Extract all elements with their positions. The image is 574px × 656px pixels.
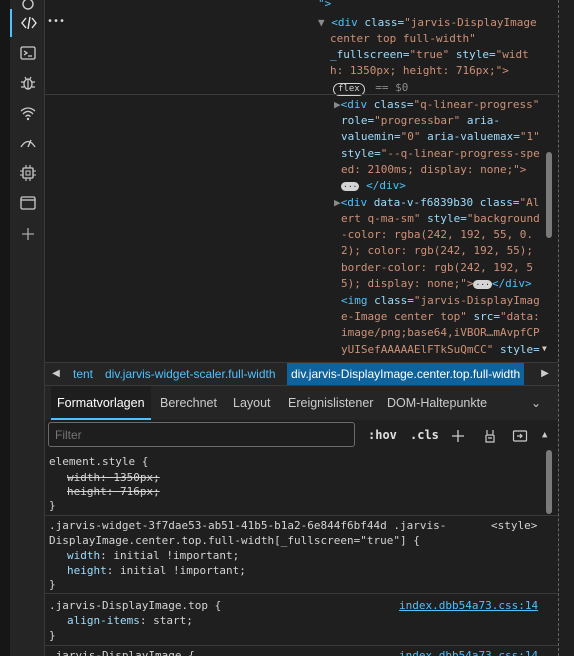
rule-selector[interactable]: .jarvis-DisplayImage.top { [49, 598, 221, 613]
rule-close: } [49, 499, 56, 512]
dom-line: 5); display: none;"> ··· </div> [341, 277, 532, 290]
rule-source: <style> [491, 519, 538, 532]
filter-input[interactable] [48, 422, 355, 447]
network-icon[interactable] [10, 99, 45, 127]
dom-line: ert q-ma-sm" style="background [341, 212, 540, 225]
dom-line: h: 1350px; height: 716px;"> [330, 64, 509, 77]
declaration[interactable]: align-items: start; [67, 613, 193, 628]
rule-close: } [49, 578, 56, 591]
rule-source-link[interactable]: index.dbb54a73.css:14 [399, 648, 538, 656]
dom-line: e-Image center top" src="data: [341, 310, 540, 323]
scroll-down-icon[interactable]: ▼ [542, 341, 547, 357]
rule-close: } [49, 629, 56, 642]
dom-line: ed: 2100ms; display: none;"> [341, 163, 527, 176]
ellipsis-button[interactable]: ··· [341, 181, 360, 191]
dom-line: ··· </div> [341, 179, 406, 192]
add-rule-icon[interactable] [450, 424, 466, 446]
dom-line: image/png;base64,iVBOR…mAvpfCP [341, 326, 540, 339]
rules-scrollbar[interactable] [546, 450, 552, 514]
declaration[interactable]: width: 1350px; [67, 470, 160, 485]
rule-selector[interactable]: element.style { [49, 454, 148, 469]
tab-styles[interactable]: Formatvorlagen [51, 386, 151, 420]
dom-node-img[interactable]: <img class="jarvis-DisplayImag [341, 293, 540, 309]
left-edge [0, 0, 10, 656]
scroll-up-icon[interactable]: ▲ [542, 424, 547, 446]
breadcrumb-item-active[interactable]: div.jarvis-DisplayImage.center.top.full-… [287, 363, 525, 385]
sidebar-tabs: Formatvorlagen Berechnet Layout Ereignis… [45, 386, 558, 420]
tab-computed[interactable]: Berechnet [154, 386, 223, 420]
toggle-sidebar-icon[interactable] [512, 424, 528, 446]
breadcrumb-item[interactable]: tent [69, 363, 97, 385]
chevron-down-icon[interactable]: ⌄ [525, 386, 547, 420]
declaration[interactable]: width: initial !important; [67, 548, 239, 563]
divider [45, 515, 558, 516]
dom-line: _fullscreen="true" style="widt [330, 48, 529, 61]
dom-node-display-image[interactable]: ▼ <div class="jarvis-DisplayImage [318, 15, 537, 31]
dom-line: border-color: rgb(242, 192, 5 [341, 261, 534, 274]
inspector-icon[interactable] [10, 9, 45, 37]
console-icon[interactable] [10, 39, 45, 67]
breadcrumb-left-arrow-icon[interactable]: ◀ [45, 363, 67, 385]
dom-fragment: "> [318, 0, 332, 10]
dom-line: role="progressbar" aria- [341, 114, 500, 127]
tab-event-listeners[interactable]: Ereignislistener [282, 386, 379, 420]
hover-state-button[interactable]: :hov [368, 424, 397, 446]
dom-line: center top full-width" [330, 32, 476, 45]
dom-tree-panel: "> ••• ▼ <div class="jarvis-DisplayImage… [45, 0, 558, 362]
print-media-icon[interactable] [482, 424, 498, 446]
tab-layout[interactable]: Layout [227, 386, 277, 420]
filter-bar: :hov .cls ▲ [45, 420, 558, 450]
more-button[interactable]: ••• [47, 14, 65, 30]
dom-scrollbar[interactable] [546, 152, 552, 238]
page-edge-strip [558, 0, 574, 656]
activity-bar [10, 0, 45, 656]
memory-icon[interactable] [10, 159, 45, 187]
dom-line: yUISefAAAAAElFTkSuQmCC" style= [341, 343, 540, 356]
ellipsis-button[interactable]: ··· [473, 279, 492, 289]
dom-line: 2); color: rgb(242, 192, 55); [341, 244, 534, 257]
dom-line: valuemin="0" aria-valuemax="1" [341, 130, 540, 143]
rule-source-link[interactable]: index.dbb54a73.css:14 [399, 598, 538, 613]
breadcrumb: ◀ tent div.jarvis-widget-scaler.full-wid… [45, 362, 558, 386]
performance-icon[interactable] [10, 129, 45, 157]
dom-node-alert[interactable]: ▶<div data-v-f6839b30 class="Al [334, 195, 539, 211]
rule-selector[interactable]: .jarvis-widget-3f7dae53-ab51-41b5-b1a2-6… [49, 518, 446, 533]
declaration[interactable]: height: 716px; [67, 484, 160, 499]
classes-button[interactable]: .cls [410, 424, 439, 446]
divider [45, 593, 558, 594]
rules-panel: element.style { width: 1350px; height: 7… [45, 450, 558, 656]
breadcrumb-right-arrow-icon[interactable]: ▶ [534, 363, 556, 385]
rule-selector[interactable]: DisplayImage.center.top.full-width[_full… [49, 533, 420, 548]
declaration[interactable]: height: initial !important; [67, 563, 246, 578]
breadcrumb-item[interactable]: div.jarvis-widget-scaler.full-width [101, 363, 280, 385]
dom-node-progress[interactable]: ▶<div class="q-linear-progress" [334, 97, 539, 113]
divider [45, 645, 558, 646]
application-icon[interactable] [10, 189, 45, 217]
rule-selector[interactable]: .jarvis-DisplayImage { [49, 648, 195, 656]
divider [45, 94, 558, 95]
debugger-icon[interactable] [10, 69, 45, 97]
add-tool-icon[interactable] [10, 220, 45, 248]
tab-dom-breakpoints[interactable]: DOM-Haltepunkte [381, 386, 493, 420]
dom-line: -color: rgba(242, 192, 55, 0. [341, 228, 534, 241]
dom-line: style="--q-linear-progress-spe [341, 147, 540, 160]
